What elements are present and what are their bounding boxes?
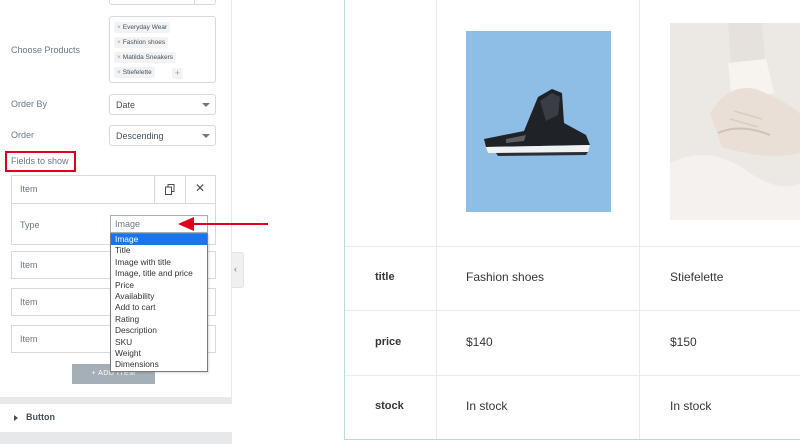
dropdown-option[interactable]: Availability bbox=[111, 291, 207, 302]
remove-tag-icon[interactable]: × bbox=[117, 39, 121, 46]
dropdown-option[interactable]: Price bbox=[111, 280, 207, 291]
red-arrow-annotation bbox=[178, 217, 268, 231]
close-icon[interactable]: ✕ bbox=[195, 181, 205, 195]
row-key-title: title bbox=[375, 271, 395, 283]
products-multiselect[interactable]: × Everyday Wear × Fashion shoes × Matilda S… bbox=[109, 16, 216, 83]
chevron-down-icon bbox=[202, 103, 210, 107]
row-key-stock: stock bbox=[375, 400, 404, 412]
cell-value: $140 bbox=[466, 335, 493, 349]
cell-value: In stock bbox=[670, 399, 712, 413]
repeater-item-title: Item bbox=[20, 334, 38, 344]
product-tag[interactable]: × Matilda Sneakers bbox=[114, 52, 177, 63]
remove-tag-icon[interactable]: × bbox=[117, 54, 121, 61]
previous-control[interactable] bbox=[109, 0, 216, 5]
section-divider bbox=[0, 432, 232, 444]
type-dropdown-list: Image Title Image with title Image, titl… bbox=[110, 233, 208, 372]
cell-value: Fashion shoes bbox=[466, 270, 545, 284]
order-by-select[interactable]: Date bbox=[109, 94, 216, 115]
dropdown-option[interactable]: Image with title bbox=[111, 257, 207, 268]
caret-right-icon bbox=[14, 415, 18, 421]
chevron-left-icon: ‹ bbox=[234, 264, 237, 274]
product-image-fashion-shoes bbox=[466, 31, 611, 212]
order-by-label: Order By bbox=[11, 99, 48, 109]
duplicate-icon[interactable] bbox=[165, 184, 175, 195]
dropdown-option[interactable]: Image bbox=[111, 234, 207, 246]
section-button-toggle[interactable]: Button bbox=[0, 404, 232, 432]
product-image-stiefelette bbox=[670, 23, 800, 220]
product-tag[interactable]: × Stiefelette bbox=[114, 67, 155, 78]
cell-value: In stock bbox=[466, 399, 508, 413]
dropdown-option[interactable]: Title bbox=[111, 245, 207, 256]
dropdown-option[interactable]: Image, title and price bbox=[111, 268, 207, 279]
cell-value: $150 bbox=[670, 335, 697, 349]
chevron-down-icon bbox=[202, 134, 210, 138]
product-tag[interactable]: × Everyday Wear bbox=[114, 22, 171, 33]
repeater-item-title: Item bbox=[20, 297, 38, 307]
highlight-box bbox=[5, 151, 76, 172]
screen: Choose Products × Everyday Wear × Fashion … bbox=[0, 0, 800, 444]
product-tag[interactable]: × Fashion shoes bbox=[114, 37, 169, 48]
comparison-table-preview: title Fashion shoes Stiefelette price $1… bbox=[344, 0, 800, 440]
dropdown-option[interactable]: SKU bbox=[111, 337, 207, 348]
dropdown-option[interactable]: Description bbox=[111, 325, 207, 336]
type-label: Type bbox=[20, 220, 40, 230]
order-label: Order bbox=[11, 130, 35, 140]
section-divider bbox=[0, 397, 232, 404]
dropdown-option[interactable]: Add to cart bbox=[111, 302, 207, 313]
repeater-item-title: Item bbox=[20, 260, 38, 270]
section-button-label: Button bbox=[26, 412, 55, 422]
choose-products-label: Choose Products bbox=[11, 45, 81, 55]
dropdown-option[interactable]: Dimensions bbox=[111, 359, 207, 370]
remove-tag-icon[interactable]: × bbox=[117, 69, 121, 76]
dropdown-option[interactable]: Rating bbox=[111, 314, 207, 325]
add-product-icon[interactable]: + bbox=[172, 68, 183, 79]
collapse-panel-handle[interactable]: ‹ bbox=[232, 252, 244, 288]
order-select[interactable]: Descending bbox=[109, 125, 216, 146]
cell-value: Stiefelette bbox=[670, 270, 724, 284]
remove-tag-icon[interactable]: × bbox=[117, 24, 121, 31]
row-key-price: price bbox=[375, 336, 402, 348]
dropdown-option[interactable]: Weight bbox=[111, 348, 207, 359]
repeater-item-title[interactable]: Item bbox=[20, 184, 38, 194]
